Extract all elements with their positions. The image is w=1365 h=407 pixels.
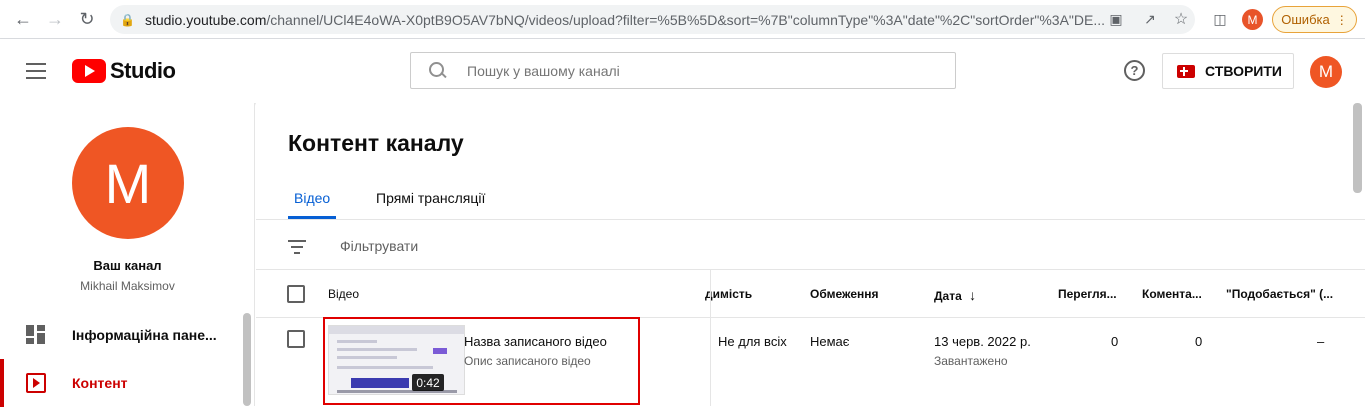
dashboard-icon — [26, 325, 46, 345]
share-icon[interactable]: ↗ — [1140, 9, 1160, 29]
video-library-icon — [26, 373, 46, 393]
video-date: 13 черв. 2022 р. — [934, 334, 1031, 349]
video-duration: 0:42 — [412, 374, 444, 391]
tab-videos[interactable]: Відео — [294, 190, 330, 206]
search-box[interactable] — [410, 52, 956, 89]
video-restrictions: Немає — [810, 334, 850, 349]
filter-icon[interactable] — [288, 240, 306, 254]
video-likes: – — [1317, 334, 1325, 349]
select-all-checkbox[interactable] — [287, 285, 305, 303]
column-header-date-label: Дата — [934, 289, 962, 303]
url-path: /channel/UCl4E4oWA-X0ptB9O5AV7bNQ/videos… — [266, 11, 1105, 28]
sort-down-arrow-icon: ↓ — [969, 287, 977, 303]
tab-live[interactable]: Прямі трансляції — [376, 190, 485, 206]
menu-icon[interactable] — [26, 63, 46, 79]
video-comments: 0 — [1195, 334, 1203, 349]
column-header-visibility[interactable]: димість — [705, 287, 752, 301]
help-icon[interactable]: ? — [1124, 60, 1145, 81]
sidebar-item-label: Контент — [72, 375, 128, 391]
column-header-date[interactable]: Дата ↓ — [934, 287, 976, 303]
channel-avatar[interactable]: M — [72, 127, 184, 239]
sidebar-scrollbar[interactable] — [243, 313, 251, 406]
tabs-divider — [256, 219, 1365, 220]
error-button[interactable]: Ошибка ⋮ — [1272, 6, 1357, 33]
column-header-video: Відео — [328, 287, 360, 301]
filter-divider — [256, 269, 1365, 270]
video-description: Опис записаного відео — [464, 354, 591, 368]
url-text[interactable]: studio.youtube.com/channel/UCl4E4oWA-X0p… — [145, 12, 1115, 28]
channel-title: Ваш канал — [93, 258, 162, 273]
column-header-restrictions[interactable]: Обмеження — [810, 287, 879, 301]
studio-header: Studio ? СТВОРИТИ M — [0, 39, 1365, 103]
youtube-play-icon — [72, 59, 106, 83]
browser-toolbar: ← → ↻ 🔒 studio.youtube.com/channel/UCl4E… — [0, 0, 1365, 39]
create-button[interactable]: СТВОРИТИ — [1162, 53, 1294, 89]
channel-name: Mikhail Maksimov — [80, 279, 175, 293]
search-icon — [429, 61, 447, 80]
sidebar-item-label: Інформаційна пане... — [72, 327, 217, 343]
lock-icon: 🔒 — [120, 12, 135, 27]
logo-text: Studio — [110, 58, 176, 83]
back-arrow-icon[interactable]: ← — [12, 8, 34, 30]
video-title[interactable]: Назва записаного відео — [464, 334, 607, 349]
reload-icon[interactable]: ↻ — [76, 8, 98, 30]
sticky-column-separator — [710, 269, 711, 406]
video-views: 0 — [1111, 334, 1119, 349]
address-bar[interactable]: 🔒 studio.youtube.com/channel/UCl4E4oWA-X… — [110, 5, 1195, 34]
search-input[interactable] — [467, 62, 917, 79]
video-date-status: Завантажено — [934, 354, 1008, 368]
sidebar-item-dashboard[interactable]: Інформаційна пане... — [0, 311, 240, 359]
studio-logo[interactable]: Studio — [72, 58, 176, 84]
url-host: studio.youtube.com — [144, 11, 267, 28]
error-label: Ошибка — [1281, 12, 1330, 27]
sidebar: M Ваш канал Mikhail Maksimov Інформаційн… — [0, 103, 255, 407]
column-header-comments[interactable]: Комента... — [1142, 287, 1202, 301]
column-header-likes[interactable]: "Подобається" (... — [1226, 287, 1333, 301]
side-panel-icon[interactable]: ◫ — [1210, 9, 1230, 29]
page-title: Контент каналу — [288, 130, 464, 156]
video-visibility[interactable]: Не для всіх — [718, 334, 787, 349]
account-avatar[interactable]: M — [1310, 56, 1342, 88]
sidebar-item-content[interactable]: Контент — [0, 359, 240, 407]
create-label: СТВОРИТИ — [1205, 63, 1282, 79]
translate-icon[interactable]: ▣ — [1106, 9, 1126, 29]
video-thumbnail[interactable] — [328, 325, 465, 395]
browser-profile-avatar[interactable]: M — [1242, 9, 1263, 30]
page-scrollbar[interactable] — [1353, 103, 1362, 193]
more-vert-icon: ⋮ — [1335, 12, 1348, 27]
bookmark-star-icon[interactable]: ☆ — [1171, 9, 1191, 29]
forward-arrow-icon[interactable]: → — [44, 8, 66, 30]
filter-input[interactable]: Фільтрувати — [340, 238, 418, 254]
column-header-views[interactable]: Перегля... — [1058, 287, 1117, 301]
row-checkbox[interactable] — [287, 330, 305, 348]
main-content: Контент каналу Відео Прямі трансляції Фі… — [256, 103, 1365, 406]
video-add-icon — [1177, 64, 1195, 78]
